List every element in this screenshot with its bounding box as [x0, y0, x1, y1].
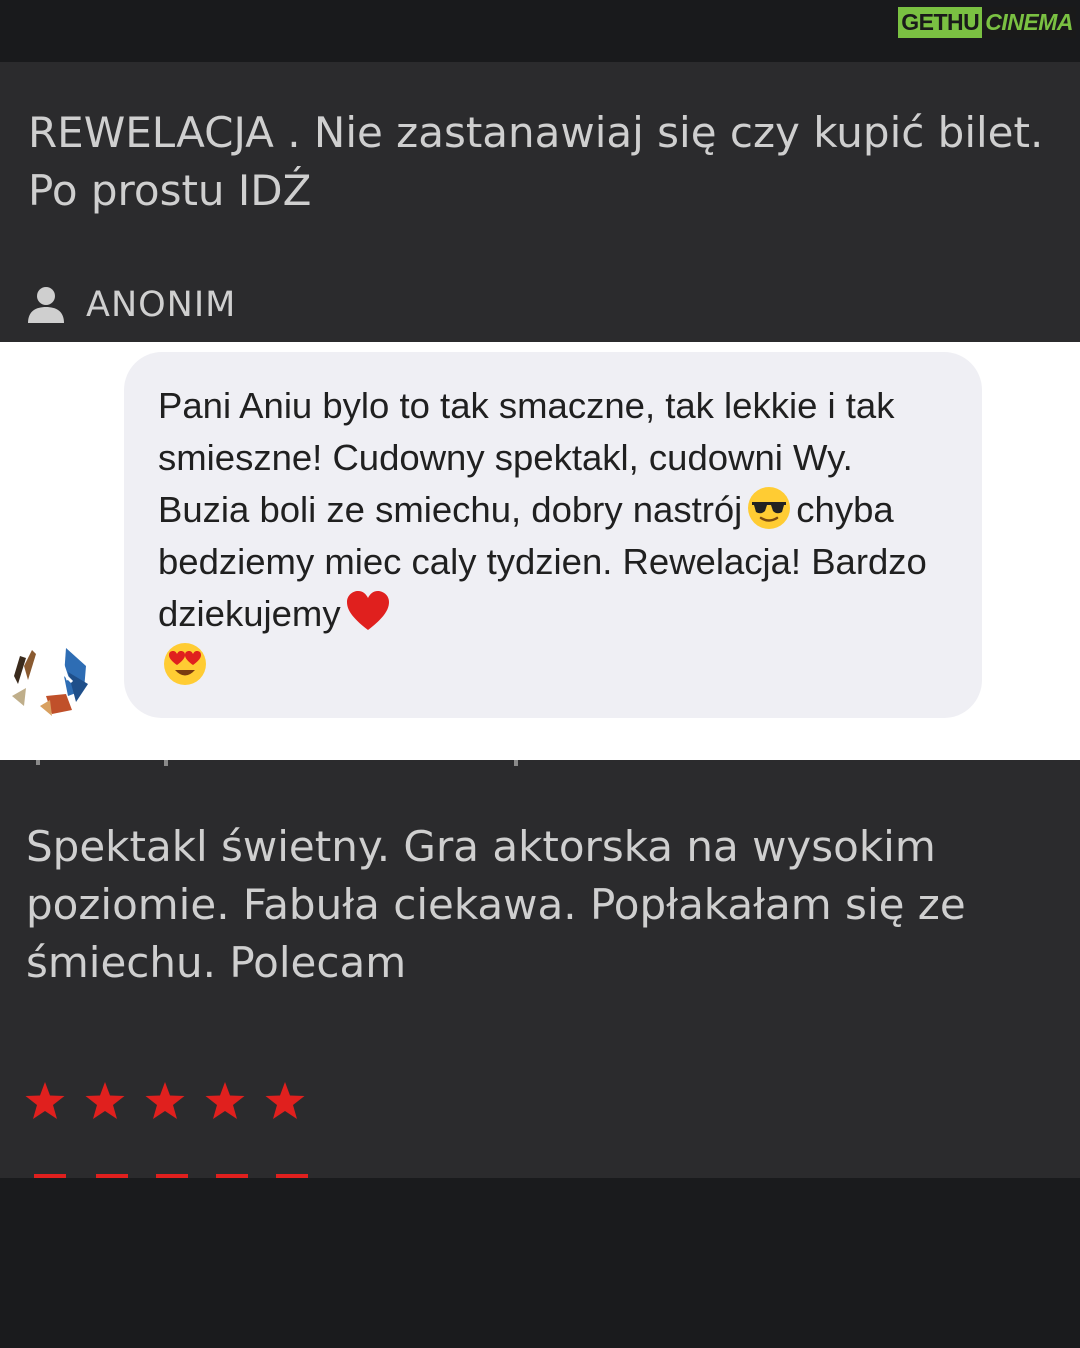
star-rating	[24, 1080, 324, 1122]
review-text-top: REWELACJA . Nie zastanawiaj się czy kupi…	[28, 108, 1044, 215]
star-icon	[85, 1082, 125, 1119]
bottom-bar	[0, 1178, 1080, 1348]
avatar	[7, 637, 89, 719]
star-icon	[25, 1082, 65, 1119]
author-name: ANONIM	[86, 285, 237, 325]
watermark-logo: GETHU CINEMA	[898, 6, 1076, 38]
sunglasses-emoji	[748, 487, 791, 529]
message-bubble: Pani Aniu bylo to tak smaczne, tak lekki…	[124, 352, 982, 718]
star-icon	[145, 1082, 185, 1119]
watermark-part-1: GETHU	[898, 6, 983, 38]
star-icon	[265, 1082, 305, 1119]
cut-off-star-row	[34, 1174, 308, 1178]
watermark-part-2: CINEMA	[982, 6, 1076, 38]
person-icon	[28, 287, 64, 323]
review-text-bottom: Spektakl świetny. Gra aktorska na wysoki…	[26, 822, 966, 987]
red-heart-emoji	[346, 591, 389, 630]
message-text: Pani Aniu bylo to tak smaczne, tak lekki…	[158, 380, 948, 692]
review-author: ANONIM	[26, 283, 236, 327]
cut-off-text-remnant	[36, 760, 518, 766]
heart-eyes-emoji	[164, 643, 206, 685]
star-icon	[205, 1082, 245, 1119]
